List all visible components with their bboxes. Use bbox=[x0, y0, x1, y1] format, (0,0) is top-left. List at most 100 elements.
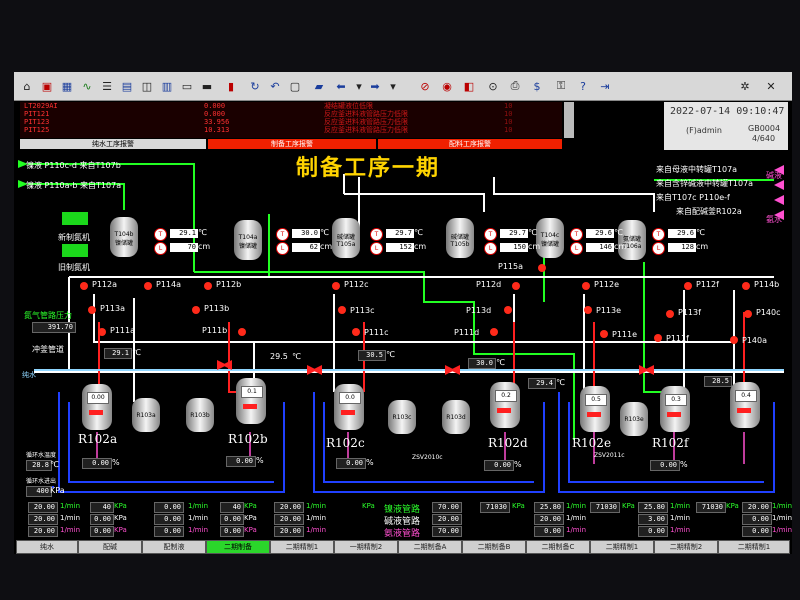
pipe-white bbox=[344, 193, 485, 212]
old-nitrogen-label: 旧制氮机 bbox=[58, 263, 90, 272]
aging-tank[interactable]: R103d bbox=[442, 400, 470, 434]
reactor-r102d[interactable]: 0.2 bbox=[490, 382, 520, 428]
nav-tab[interactable]: 二期制备B bbox=[462, 540, 526, 554]
level-indicator-icon: L bbox=[154, 242, 167, 255]
pump-icon[interactable] bbox=[490, 328, 498, 336]
pump-icon[interactable] bbox=[504, 306, 512, 314]
nav-tab[interactable]: 二期精制1 bbox=[590, 540, 654, 554]
unit-label: ℃ bbox=[528, 228, 537, 237]
nav-tab[interactable]: 配制液 bbox=[142, 540, 206, 554]
valve-position: 0.00 bbox=[82, 458, 112, 469]
pure-water-label: 纯水 bbox=[22, 371, 36, 379]
pump-icon[interactable] bbox=[238, 328, 246, 336]
unit-label: 1/min bbox=[188, 526, 209, 534]
aging-tank[interactable]: R103b bbox=[186, 398, 214, 432]
pump-icon[interactable] bbox=[98, 328, 106, 336]
pump-icon[interactable] bbox=[744, 310, 752, 318]
reactor-r102h[interactable]: 0.4 bbox=[730, 382, 760, 428]
flow-value: 20.00 bbox=[28, 502, 58, 513]
temp-readout: 28.5 bbox=[704, 376, 732, 387]
pump-icon[interactable] bbox=[204, 282, 212, 290]
pump-icon[interactable] bbox=[192, 306, 200, 314]
aging-tank[interactable]: R103c bbox=[388, 400, 416, 434]
pump-icon[interactable] bbox=[338, 306, 346, 314]
flow-value: 0.00 bbox=[154, 526, 184, 537]
storage-tank[interactable]: T104a 镍储罐 bbox=[234, 220, 262, 260]
pump-icon[interactable] bbox=[144, 282, 152, 290]
nav-tab[interactable]: 二期精制1 bbox=[718, 540, 790, 554]
pump-icon[interactable] bbox=[666, 310, 674, 318]
aging-tank[interactable]: R103e bbox=[620, 402, 648, 436]
temp-indicator-icon: T bbox=[154, 228, 167, 241]
flow-value: 0.00 bbox=[220, 526, 244, 537]
reactor-r102c[interactable]: 0.0 bbox=[334, 384, 364, 430]
new-nitrogen-button[interactable] bbox=[62, 212, 88, 225]
nav-tab[interactable]: 一期精制2 bbox=[334, 540, 398, 554]
pump-icon[interactable] bbox=[512, 282, 520, 290]
pump-label: P113a bbox=[100, 304, 125, 313]
unit-label: 1/min bbox=[772, 526, 792, 534]
unit-label: 1/min bbox=[60, 502, 81, 510]
aging-tank[interactable]: R103a bbox=[132, 398, 160, 432]
pump-icon[interactable] bbox=[584, 306, 592, 314]
pump-label: P140a bbox=[742, 336, 767, 345]
unit-label: cm bbox=[614, 242, 627, 251]
flow-value: 0.00 bbox=[90, 526, 114, 537]
flow-value: 71030 bbox=[480, 502, 510, 513]
pump-label: P111b bbox=[202, 326, 228, 335]
pump-icon[interactable] bbox=[654, 334, 662, 342]
storage-tank[interactable]: 氨储罐 T106a bbox=[618, 220, 646, 260]
flow-value: 20.00 bbox=[28, 526, 58, 537]
flow-value: 0.00 bbox=[90, 514, 114, 525]
new-nitrogen-label: 新制氮机 bbox=[58, 233, 90, 242]
pump-label: P113b bbox=[204, 304, 230, 313]
reactor-r102a[interactable]: 0.00 bbox=[82, 384, 112, 430]
pump-icon[interactable] bbox=[332, 282, 340, 290]
reactor-label: R102e bbox=[572, 436, 612, 450]
storage-tank[interactable]: 碱储罐 T105b bbox=[446, 218, 474, 258]
nav-tab[interactable]: 纯水 bbox=[16, 540, 78, 554]
unit-label: 1/min bbox=[670, 502, 691, 510]
level-indicator-icon: L bbox=[652, 242, 665, 255]
pump-label: P113e bbox=[596, 306, 622, 315]
unit-label: ℃ bbox=[496, 358, 505, 367]
pump-icon[interactable] bbox=[352, 328, 360, 336]
arrow-icon bbox=[774, 195, 784, 205]
unit-label: ℃ bbox=[320, 228, 329, 237]
flow-value: 0.00 bbox=[154, 502, 184, 513]
flow-value: 25.80 bbox=[534, 502, 564, 513]
flow-value: 20.00 bbox=[274, 502, 304, 513]
flow-value: 70.00 bbox=[432, 502, 462, 513]
reactor-r102f[interactable]: 0.3 bbox=[660, 386, 690, 432]
pump-icon[interactable] bbox=[600, 330, 608, 338]
tank-level: 152 bbox=[386, 243, 414, 252]
nav-tab[interactable]: 二期制备A bbox=[398, 540, 462, 554]
nav-tab[interactable]: 二期精制1 bbox=[270, 540, 334, 554]
nav-tab-active[interactable]: 二期制备 bbox=[206, 540, 270, 554]
reactor-r102e[interactable]: 0.5 bbox=[580, 386, 610, 432]
pump-label: P112f bbox=[696, 280, 719, 289]
pump-icon[interactable] bbox=[730, 336, 738, 344]
unit-label: 1/min bbox=[566, 514, 587, 522]
pump-icon[interactable] bbox=[538, 264, 546, 272]
nav-tab[interactable]: 配碱 bbox=[78, 540, 142, 554]
unit-label: KPa bbox=[114, 526, 127, 534]
unit-label: cm bbox=[320, 242, 333, 251]
pump-icon[interactable] bbox=[742, 282, 750, 290]
storage-tank[interactable]: T104c 镍储罐 bbox=[536, 218, 564, 258]
tank-level: 70 bbox=[170, 243, 198, 252]
old-nitrogen-button[interactable] bbox=[62, 244, 88, 257]
pump-icon[interactable] bbox=[684, 282, 692, 290]
pump-icon[interactable] bbox=[582, 282, 590, 290]
pump-label: P112e bbox=[594, 280, 620, 289]
flow-value: 40 bbox=[220, 502, 244, 513]
storage-tank[interactable]: 碱储罐 T105a bbox=[332, 218, 360, 258]
nav-tab[interactable]: 二期精制2 bbox=[654, 540, 718, 554]
temp-readout: 29.4 bbox=[528, 378, 556, 389]
nav-tab[interactable]: 二期制备C bbox=[526, 540, 590, 554]
pump-icon[interactable] bbox=[88, 306, 96, 314]
reactor-r102b[interactable]: 0.1 bbox=[236, 378, 266, 424]
storage-tank[interactable]: T104b 镍储罐 bbox=[110, 217, 138, 257]
pump-icon[interactable] bbox=[80, 282, 88, 290]
temp-indicator-icon: T bbox=[370, 228, 383, 241]
